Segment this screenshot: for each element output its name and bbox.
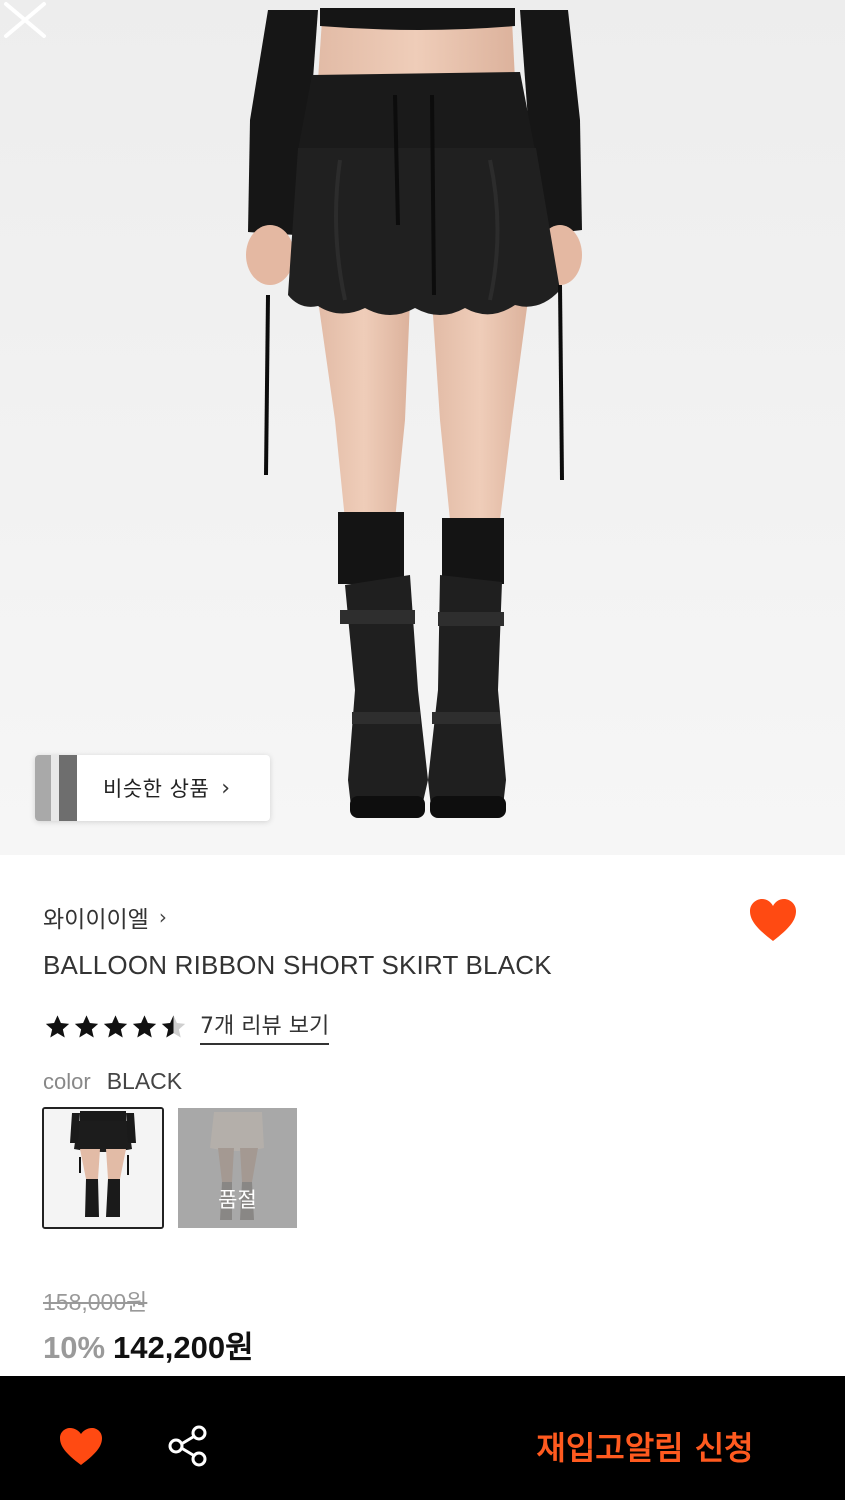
- color-swatch-black[interactable]: [42, 1107, 164, 1229]
- review-link[interactable]: 7개 리뷰 보기: [200, 1008, 330, 1045]
- star-icon: [74, 1014, 99, 1037]
- product-title: BALLOON RIBBON SHORT SKIRT BLACK: [43, 950, 552, 980]
- star-icon: [103, 1014, 128, 1037]
- brand-name: 와이이이엘: [43, 907, 149, 933]
- star-rating: [43, 1013, 188, 1041]
- star-icon: [132, 1014, 157, 1037]
- share-icon[interactable]: [166, 1424, 210, 1468]
- final-price: 142,200원: [113, 1330, 254, 1365]
- color-label: color: [43, 1069, 91, 1094]
- similar-products-thumbnail: [35, 755, 77, 821]
- price-row: 10% 142,200원: [43, 1322, 254, 1367]
- chevron-right-icon: ›: [221, 775, 231, 801]
- close-icon[interactable]: [0, 0, 50, 40]
- color-value: BLACK: [106, 1068, 183, 1094]
- soldout-label: 품절: [218, 1188, 257, 1212]
- similar-products-label: 비슷한 상품: [103, 777, 210, 801]
- heart-icon[interactable]: [58, 1426, 104, 1468]
- brand-link[interactable]: 와이이이엘 ›: [43, 900, 167, 934]
- original-price: 158,000원: [43, 1289, 148, 1315]
- swatch-thumbnail: [44, 1109, 162, 1227]
- color-swatch-soldout[interactable]: 품절: [178, 1108, 297, 1228]
- discount-rate: 10%: [43, 1330, 106, 1365]
- restock-alert-button[interactable]: 재입고알림 신청: [500, 1416, 790, 1476]
- star-icon: [45, 1014, 70, 1037]
- product-photo: [0, 0, 845, 855]
- rating-row: 7개 리뷰 보기: [43, 1008, 330, 1045]
- chevron-right-icon: ›: [158, 905, 167, 929]
- half-star-icon: [161, 1014, 186, 1037]
- product-hero-image: 비슷한 상품 ›: [0, 0, 845, 855]
- color-row: color BLACK: [43, 1068, 182, 1095]
- similar-products-button[interactable]: 비슷한 상품 ›: [35, 755, 270, 821]
- heart-icon[interactable]: [748, 897, 798, 945]
- bottom-action-bar: 재입고알림 신청: [0, 1376, 845, 1500]
